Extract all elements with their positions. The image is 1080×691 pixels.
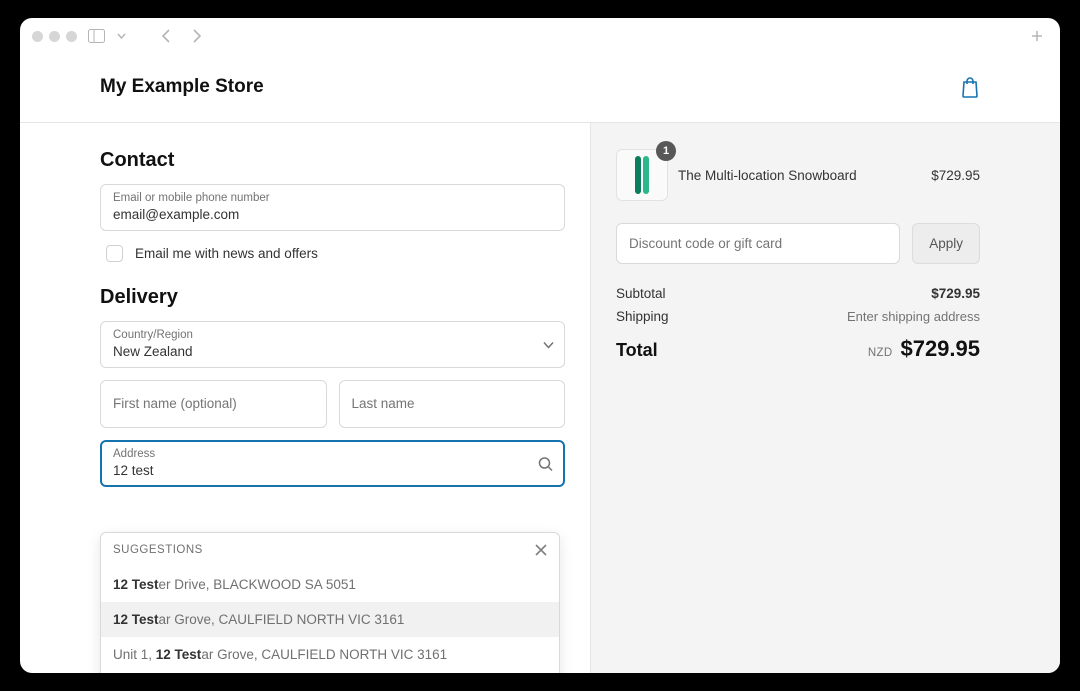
window-maximize-dot[interactable] bbox=[66, 31, 77, 42]
newsletter-label: Email me with news and offers bbox=[135, 246, 318, 261]
suggestion-item[interactable]: Unit 1, 12 Testar Grove, CAULFIELD NORTH… bbox=[101, 637, 559, 672]
nav-back-icon[interactable] bbox=[155, 26, 177, 46]
suggestions-heading: SUGGESTIONS bbox=[113, 544, 203, 556]
product-name: The Multi-location Snowboard bbox=[678, 168, 921, 183]
suggestion-item[interactable]: 12 Testar Grove, CAULFIELD NORTH VIC 316… bbox=[101, 602, 559, 637]
delivery-heading: Delivery bbox=[100, 286, 565, 309]
email-label: Email or mobile phone number bbox=[113, 192, 552, 206]
subtotal-label: Subtotal bbox=[616, 286, 931, 301]
address-label: Address bbox=[113, 448, 552, 462]
product-thumbnail-wrap: 1 bbox=[616, 149, 668, 201]
quantity-badge: 1 bbox=[656, 141, 676, 161]
shopping-bag-icon[interactable] bbox=[960, 76, 980, 98]
order-summary-panel: 1 The Multi-location Snowboard $729.95 A… bbox=[591, 123, 1060, 673]
store-header: My Example Store bbox=[20, 54, 1060, 123]
first-name-input[interactable] bbox=[113, 395, 314, 413]
checkout-form-panel: Contact Email or mobile phone number Ema… bbox=[20, 123, 591, 673]
suggestion-item[interactable]: 12 Tester Drive, BLACKWOOD SA 5051 bbox=[101, 567, 559, 602]
discount-input[interactable] bbox=[616, 223, 900, 264]
window-traffic-lights bbox=[32, 31, 77, 42]
window-minimize-dot[interactable] bbox=[49, 31, 60, 42]
product-price: $729.95 bbox=[931, 168, 980, 183]
last-name-input[interactable] bbox=[352, 395, 553, 413]
suggestions-header: SUGGESTIONS bbox=[101, 533, 559, 567]
search-icon bbox=[538, 456, 553, 471]
subtotal-value: $729.95 bbox=[931, 286, 980, 301]
first-name-field[interactable] bbox=[100, 380, 327, 428]
newsletter-checkbox[interactable] bbox=[106, 245, 123, 262]
app-window: My Example Store Contact Email or mobile… bbox=[20, 18, 1060, 673]
newsletter-row[interactable]: Email me with news and offers bbox=[106, 245, 565, 262]
address-input[interactable] bbox=[113, 462, 552, 480]
plus-icon[interactable] bbox=[1026, 26, 1048, 46]
close-icon[interactable] bbox=[535, 544, 547, 556]
total-label: Total bbox=[616, 340, 868, 361]
cart-line-item: 1 The Multi-location Snowboard $729.95 bbox=[616, 149, 980, 201]
checkout-content: Contact Email or mobile phone number Ema… bbox=[20, 123, 1060, 673]
country-select[interactable]: Country/Region New Zealand bbox=[100, 321, 565, 368]
total-amount: $729.95 bbox=[900, 336, 980, 362]
window-close-dot[interactable] bbox=[32, 31, 43, 42]
suggestion-item[interactable]: Unit 2, 12 Testar Grove, CAULFIELD NORTH… bbox=[101, 672, 559, 673]
chevron-down-icon bbox=[543, 341, 554, 348]
country-label: Country/Region bbox=[113, 329, 552, 343]
store-title: My Example Store bbox=[100, 76, 264, 98]
address-suggestions-dropdown: SUGGESTIONS 12 Tester Drive, BLACKWOOD S… bbox=[100, 532, 560, 673]
shipping-label: Shipping bbox=[616, 309, 847, 324]
email-field[interactable]: Email or mobile phone number bbox=[100, 184, 565, 231]
shipping-note: Enter shipping address bbox=[847, 309, 980, 324]
discount-row: Apply bbox=[616, 223, 980, 264]
shipping-row: Shipping Enter shipping address bbox=[616, 309, 980, 324]
currency-code: NZD bbox=[868, 347, 893, 359]
chevron-down-icon[interactable] bbox=[115, 26, 127, 46]
subtotal-row: Subtotal $729.95 bbox=[616, 286, 980, 301]
last-name-field[interactable] bbox=[339, 380, 566, 428]
sidebar-toggle-icon[interactable] bbox=[85, 26, 107, 46]
address-field[interactable]: Address bbox=[100, 440, 565, 487]
total-row: Total NZD $729.95 bbox=[616, 336, 980, 362]
contact-heading: Contact bbox=[100, 149, 565, 172]
apply-button[interactable]: Apply bbox=[912, 223, 980, 264]
window-titlebar bbox=[20, 18, 1060, 54]
country-value: New Zealand bbox=[113, 343, 552, 361]
email-input[interactable] bbox=[113, 206, 552, 224]
nav-forward-icon[interactable] bbox=[185, 26, 207, 46]
